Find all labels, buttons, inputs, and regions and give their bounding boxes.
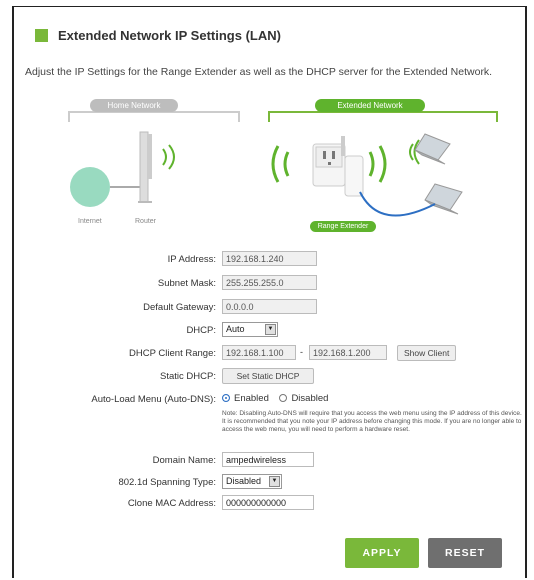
dhcp-range-label: DHCP Client Range: — [129, 348, 216, 359]
auto-dns-options: Enabled Disabled — [222, 393, 328, 404]
subnet-mask-label: Subnet Mask: — [157, 278, 216, 289]
dhcp-range-start-field[interactable]: 192.168.1.100 — [222, 345, 296, 360]
intro-text: Adjust the IP Settings for the Range Ext… — [25, 66, 493, 78]
chevron-down-icon: ▼ — [265, 324, 276, 335]
spanning-type-value: Disabled — [226, 476, 262, 486]
domain-name-label: Domain Name: — [152, 455, 216, 466]
auto-dns-note: Note: Disabling Auto-DNS will require th… — [222, 410, 522, 433]
router-label: Router — [135, 218, 157, 225]
default-gateway-field[interactable]: 0.0.0.0 — [222, 299, 317, 314]
diagram-art — [70, 131, 463, 217]
router-icon — [138, 131, 152, 203]
reset-button[interactable]: RESET — [428, 538, 502, 568]
set-static-dhcp-button[interactable]: Set Static DHCP — [222, 368, 314, 384]
network-diagram: Home Network Extended Network Internet R… — [40, 92, 510, 242]
dhcp-label: DHCP: — [186, 325, 216, 336]
domain-name-input[interactable]: ampedwireless — [222, 452, 314, 467]
laptop-top-icon — [414, 133, 451, 165]
ip-address-field[interactable]: 192.168.1.240 — [222, 251, 317, 266]
spanning-type-select[interactable]: Disabled ▼ — [222, 474, 282, 489]
clone-mac-input[interactable]: 000000000000 — [222, 495, 314, 510]
default-gateway-label: Default Gateway: — [143, 302, 216, 313]
range-extender-icon — [312, 136, 364, 197]
dhcp-range-separator: - — [300, 347, 303, 357]
section-marker — [35, 28, 48, 42]
apply-button[interactable]: APPLY — [345, 538, 419, 568]
auto-dns-enabled-label: Enabled — [234, 393, 269, 404]
show-client-button[interactable]: Show Client — [397, 345, 457, 361]
range-extender-label: Range Extender — [310, 221, 376, 232]
chevron-down-icon: ▼ — [269, 476, 280, 487]
auto-dns-disabled-label: Disabled — [291, 393, 329, 404]
dhcp-range-end-field[interactable]: 192.168.1.200 — [309, 345, 387, 360]
ip-address-label: IP Address: — [167, 254, 216, 265]
auto-dns-enabled-radio[interactable] — [222, 394, 230, 403]
static-dhcp-label: Static DHCP: — [160, 371, 216, 382]
laptop-bottom-icon — [424, 183, 463, 215]
spanning-type-label: 802.1d Spanning Type: — [118, 477, 216, 488]
subnet-mask-field[interactable]: 255.255.255.0 — [222, 275, 317, 290]
auto-dns-disabled-radio[interactable] — [279, 394, 288, 403]
section-header: Extended Network IP Settings (LAN) — [35, 27, 281, 43]
dhcp-select[interactable]: Auto ▼ — [222, 322, 278, 337]
internet-globe-icon — [70, 167, 110, 207]
internet-label: Internet — [78, 218, 102, 225]
clone-mac-label: Clone MAC Address: — [127, 498, 216, 509]
dhcp-select-value: Auto — [226, 324, 245, 334]
auto-dns-label: Auto-Load Menu (Auto-DNS): — [91, 394, 216, 405]
page-title: Extended Network IP Settings (LAN) — [58, 27, 281, 43]
